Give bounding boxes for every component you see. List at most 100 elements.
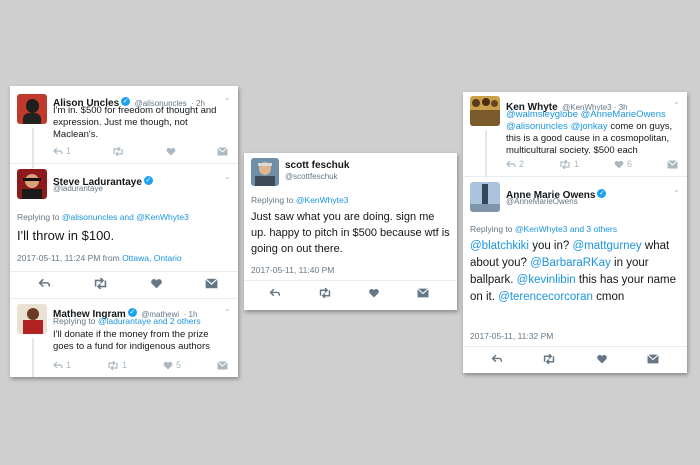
dm-button[interactable] xyxy=(647,354,659,364)
envelope-icon xyxy=(647,354,659,364)
mention-link[interactable]: @walmsleyglobe xyxy=(506,109,578,120)
others-link[interactable]: and 2 others xyxy=(153,316,200,326)
author-handle[interactable]: @AnneMarieOwens xyxy=(506,197,578,206)
divider xyxy=(463,176,687,177)
mention-link[interactable]: @kevinlibin xyxy=(517,274,576,286)
like-button[interactable] xyxy=(150,278,163,289)
reply-icon xyxy=(38,278,51,288)
thread-line xyxy=(485,130,487,178)
replying-label: Replying to xyxy=(251,195,294,205)
mention-link[interactable]: @alisonuncles xyxy=(62,212,117,222)
verified-badge-icon: ✓ xyxy=(143,176,153,186)
timestamp-text: 2017-05-11, 11:24 PM from xyxy=(17,253,120,263)
divider xyxy=(10,271,238,272)
mention-link[interactable]: @alisonuncles xyxy=(506,121,568,132)
mention-link[interactable]: @mattgurney xyxy=(572,240,641,252)
mention-link[interactable]: @KenWhyte3 xyxy=(136,212,189,222)
reply-button[interactable] xyxy=(269,288,281,298)
reply-button[interactable] xyxy=(38,278,51,289)
tweet-text: I'll donate if the money from the prize … xyxy=(53,329,210,352)
replying-label: Replying to xyxy=(53,316,96,326)
divider xyxy=(10,298,238,299)
place-separator: , xyxy=(149,253,152,263)
chevron-down-icon[interactable]: ⌄ xyxy=(673,185,680,194)
reply-button[interactable] xyxy=(491,354,503,364)
tweet-timestamp: 2017-05-11, 11:24 PM from Ottawa, Ontari… xyxy=(17,253,182,263)
dm-button[interactable] xyxy=(667,159,678,169)
tweet-text: I'm in. $500 for freedom of thought and … xyxy=(53,105,217,140)
divider xyxy=(463,346,687,347)
reply-icon xyxy=(506,160,516,167)
tweet-timestamp: 2017-05-11, 11:32 PM xyxy=(470,331,554,341)
chevron-down-icon[interactable]: ⌄ xyxy=(224,304,231,313)
dm-button[interactable] xyxy=(217,360,228,370)
avatar[interactable] xyxy=(17,94,47,124)
tweet-actions xyxy=(38,278,218,289)
reply-button[interactable]: 1 xyxy=(53,146,71,156)
avatar[interactable] xyxy=(17,169,47,199)
tweet-actions: 2 1 6 xyxy=(506,159,678,169)
mention-link[interactable]: @terencecorcoran xyxy=(498,291,593,303)
place-link[interactable]: Ontario xyxy=(154,253,182,263)
mention-link[interactable]: @BarbaraRKay xyxy=(530,257,611,269)
envelope-icon xyxy=(217,360,228,369)
retweet-button[interactable] xyxy=(318,288,332,298)
author-name[interactable]: scott feschuk xyxy=(285,160,349,171)
tweet-timestamp: 2017-05-11, 11:40 PM xyxy=(251,265,335,275)
reply-button[interactable]: 1 xyxy=(53,360,71,370)
avatar[interactable] xyxy=(470,96,500,126)
chevron-down-icon[interactable]: ⌄ xyxy=(224,93,231,102)
tweet-card-left: Alison Uncles ✓ @alisonuncles · 2h ⌄ I'm … xyxy=(10,86,238,377)
author-handle[interactable]: @ladurantaye xyxy=(53,184,103,193)
like-button[interactable] xyxy=(596,354,608,364)
verified-badge-icon: ✓ xyxy=(597,189,607,199)
retweet-button[interactable] xyxy=(112,146,124,156)
replying-to: Replying to @KenWhyte3 xyxy=(251,195,348,205)
dm-button[interactable] xyxy=(417,288,429,298)
chevron-down-icon[interactable]: ⌄ xyxy=(673,97,680,106)
mention-link[interactable]: @blatchkiki xyxy=(470,240,529,252)
retweet-button[interactable] xyxy=(542,354,556,364)
replying-to: Replying to @KenWhyte3 and 3 others xyxy=(470,224,617,234)
tweet-text: @blatchkiki you in? @mattgurney what abo… xyxy=(470,238,682,306)
reply-button[interactable]: 2 xyxy=(506,159,524,169)
place-link[interactable]: Ottawa xyxy=(122,253,149,263)
avatar[interactable] xyxy=(470,182,500,212)
retweet-button[interactable] xyxy=(93,278,108,289)
reply-count: 2 xyxy=(519,159,525,169)
retweet-button[interactable]: 1 xyxy=(107,360,127,370)
replying-label: Replying to xyxy=(470,224,513,234)
mention-link[interactable]: @jonkay xyxy=(571,121,608,132)
heart-icon xyxy=(166,147,176,155)
others-link[interactable]: and 3 others xyxy=(570,224,617,234)
mention-link[interactable]: @ladurantaye xyxy=(98,316,151,326)
tweet-body: you in? xyxy=(532,240,570,252)
mention-link[interactable]: @KenWhyte3 xyxy=(296,195,349,205)
avatar[interactable] xyxy=(17,304,47,334)
dm-button[interactable] xyxy=(217,146,228,156)
like-button[interactable] xyxy=(368,288,380,298)
like-button[interactable]: 5 xyxy=(163,360,181,370)
mention-link[interactable]: @KenWhyte3 xyxy=(515,224,568,234)
reply-icon xyxy=(53,147,63,154)
retweet-count: 1 xyxy=(574,159,580,169)
tweet-actions: 1 1 5 xyxy=(53,360,228,370)
author-handle[interactable]: @scottfeschuk xyxy=(285,172,338,181)
like-count: 6 xyxy=(627,159,633,169)
retweet-button[interactable]: 1 xyxy=(559,159,579,169)
tweet-text: I'll throw in $100. xyxy=(17,228,115,243)
envelope-icon xyxy=(217,146,228,155)
avatar[interactable] xyxy=(251,158,279,186)
replying-to: Replying to @alisonuncles and @KenWhyte3 xyxy=(17,212,189,222)
envelope-icon xyxy=(417,288,429,298)
dm-button[interactable] xyxy=(205,278,218,289)
chevron-down-icon[interactable]: ⌄ xyxy=(224,172,231,181)
like-button[interactable]: 6 xyxy=(614,159,632,169)
like-button[interactable] xyxy=(166,147,176,156)
mention-link[interactable]: @AnneMarieOwens xyxy=(581,109,666,120)
retweet-icon xyxy=(319,288,330,298)
heart-icon xyxy=(369,288,380,298)
retweet-icon xyxy=(113,146,123,156)
reply-icon xyxy=(269,288,281,297)
tweet-actions xyxy=(269,288,429,298)
